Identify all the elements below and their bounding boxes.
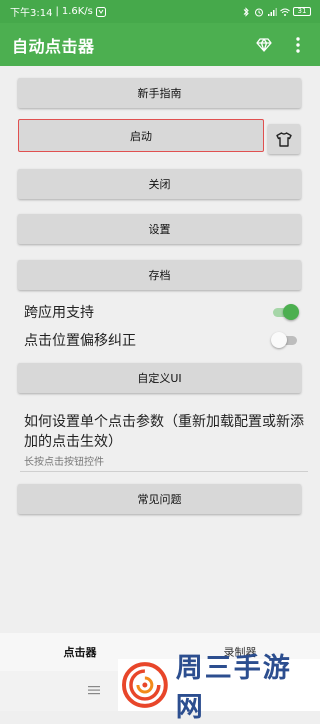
watermark-logo-icon: [122, 662, 168, 708]
shirt-icon: [276, 131, 292, 147]
archive-button[interactable]: 存档: [18, 260, 301, 290]
battery-icon: 31: [293, 7, 311, 16]
watermark-text: 周三手游网: [175, 653, 292, 723]
divider: [20, 471, 308, 472]
watermark: 周三手游网: [118, 653, 320, 723]
status-right: 31: [241, 6, 311, 17]
signal-icon: [268, 7, 277, 16]
switch-thumb: [271, 332, 287, 348]
help-subtitle: 长按点击按钮控件: [24, 457, 104, 468]
more-vert-icon[interactable]: [286, 33, 310, 57]
app-title: 自动点击器: [12, 36, 95, 56]
cross-app-switch[interactable]: [271, 304, 299, 320]
toggle-row-offset-correction[interactable]: 点击位置偏移纠正: [24, 329, 299, 351]
click-params-help[interactable]: 如何设置单个点击参数（重新加载配置或新添加的点击生效） 长按点击按钮控件: [24, 412, 306, 468]
status-time: 下午3:14: [10, 8, 53, 19]
custom-ui-button[interactable]: 自定义UI: [18, 363, 301, 393]
help-title: 如何设置单个点击参数（重新加载配置或新添加的点击生效）: [24, 414, 304, 450]
alarm-icon: [255, 8, 263, 16]
menu-icon[interactable]: [88, 685, 100, 695]
theme-button[interactable]: [268, 124, 300, 154]
toggle-row-cross-app[interactable]: 跨应用支持: [24, 301, 299, 323]
close-button[interactable]: 关闭: [18, 169, 301, 199]
settings-button[interactable]: 设置: [18, 214, 301, 244]
diamond-icon[interactable]: [252, 33, 276, 57]
bluetooth-icon: [243, 6, 249, 17]
toggle-label: 点击位置偏移纠正: [24, 333, 136, 349]
toggle-label: 跨应用支持: [24, 305, 94, 321]
notification-icon: [95, 6, 106, 17]
wifi-icon: [280, 8, 290, 16]
status-bar: 下午3:14 | 1.6K/s 31: [0, 0, 320, 23]
status-separator: |: [55, 6, 59, 17]
status-left: 下午3:14 | 1.6K/s: [10, 4, 106, 19]
guide-button[interactable]: 新手指南: [18, 78, 301, 108]
status-network-speed: 1.6K/s: [61, 6, 93, 17]
faq-button[interactable]: 常见问题: [18, 484, 301, 514]
offset-correction-switch[interactable]: [271, 332, 299, 348]
start-button[interactable]: 启动: [18, 119, 264, 152]
app-bar: 自动点击器: [0, 23, 320, 66]
switch-thumb: [283, 304, 299, 320]
